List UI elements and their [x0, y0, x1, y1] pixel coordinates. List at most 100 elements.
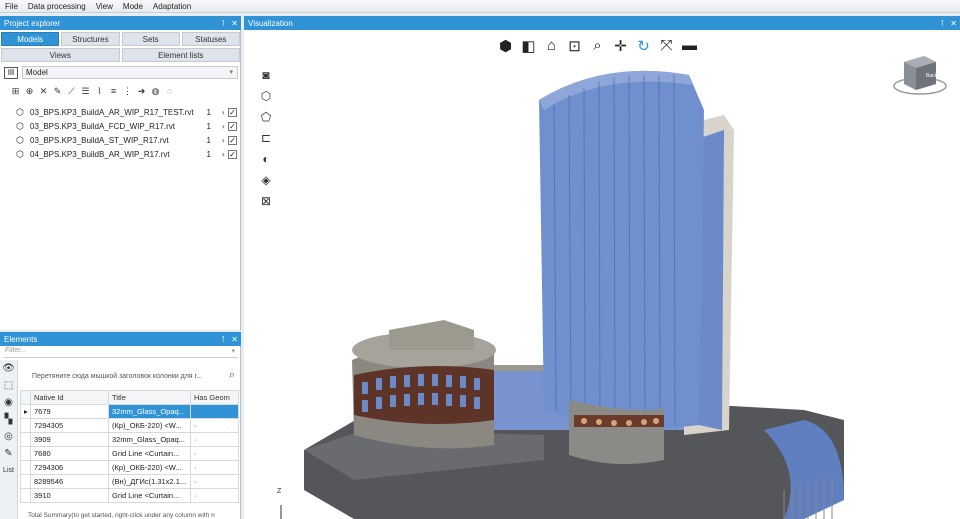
- model-dropdown[interactable]: Model ▾: [22, 66, 238, 79]
- column-header-native-id[interactable]: Native Id: [30, 390, 109, 405]
- model-item[interactable]: ⬡ 03_BPS.KP3_BuildA_ST_WIP_R17.rvt 1 ◑ ✓: [16, 133, 241, 147]
- cell-title[interactable]: (Вн)_ДГИс(1.31x2.1...: [108, 474, 191, 489]
- cube-outline-icon[interactable]: ⬠: [257, 108, 275, 126]
- eye-cube-icon[interactable]: ◈: [257, 171, 275, 189]
- eye-box-icon[interactable]: ◉: [0, 394, 17, 411]
- filter-input[interactable]: Filter... ▾: [3, 347, 238, 358]
- table-row[interactable]: 3909 32mm_Glass_Opaq... ·: [20, 432, 239, 447]
- model-item[interactable]: ⬡ 03_BPS.KP3_BuildA_AR_WIP_R17_TEST.rvt …: [16, 105, 241, 119]
- column-header-title[interactable]: Title: [108, 390, 191, 405]
- zoom-icon[interactable]: ⌕: [587, 36, 608, 55]
- close-icon[interactable]: ✕: [231, 335, 238, 344]
- pan-icon[interactable]: ✛: [610, 36, 631, 55]
- cell-has-geom[interactable]: [190, 404, 239, 419]
- close-icon[interactable]: ✕: [231, 19, 238, 28]
- measure-ruler-icon[interactable]: ▬: [679, 36, 700, 55]
- cell-native-id[interactable]: 3909: [30, 432, 109, 447]
- hide-icon[interactable]: ◐: [257, 150, 275, 168]
- cell-has-geom[interactable]: ·: [190, 474, 239, 489]
- box-select-icon[interactable]: ⬢: [495, 36, 516, 55]
- arrow-icon[interactable]: ➜: [136, 86, 147, 97]
- cell-title[interactable]: Grid Line <Curtain...: [108, 446, 191, 461]
- menu-file[interactable]: File: [0, 2, 23, 11]
- fit-view-icon[interactable]: ⤧: [656, 36, 677, 55]
- model-item[interactable]: ⬡ 03_BPS.KP3_BuildA_FCD_WIP_R17.rvt 1 ◑ …: [16, 119, 241, 133]
- list-icon[interactable]: ☰: [80, 86, 91, 97]
- pin-icon[interactable]: ⊺: [940, 19, 944, 28]
- model-item[interactable]: ⬡ 04_BPS.KP3_BuildB_AR_WIP_R17.rvt 1 ◑ ✓: [16, 147, 241, 161]
- group-by-hint[interactable]: Перетяните сюда мышкой заголовок колонки…: [20, 365, 240, 387]
- tab-element-lists[interactable]: Element lists: [121, 48, 240, 62]
- cell-title[interactable]: 32mm_Glass_Opaq...: [108, 404, 191, 419]
- visibility-icon[interactable]: ◑: [220, 108, 225, 117]
- cell-has-geom[interactable]: ·: [190, 418, 239, 433]
- menu-adaptation[interactable]: Adaptation: [148, 2, 196, 11]
- cell-native-id[interactable]: 8289546: [30, 474, 109, 489]
- cell-has-geom[interactable]: ·: [190, 488, 239, 503]
- camera-icon[interactable]: ◙: [257, 66, 275, 84]
- table-row[interactable]: 8289546 (Вн)_ДГИс(1.31x2.1... ·: [20, 474, 239, 489]
- select-box-icon[interactable]: ⬚: [0, 377, 17, 394]
- refresh-icon[interactable]: ◌: [164, 86, 175, 97]
- menu-view[interactable]: View: [91, 2, 118, 11]
- table-row[interactable]: 3910 Grid Line <Curtain... ·: [20, 488, 239, 503]
- zoom-box-icon[interactable]: ⊡: [564, 36, 585, 55]
- sort-icon[interactable]: ≡: [108, 86, 119, 97]
- cell-has-geom[interactable]: ·: [190, 446, 239, 461]
- tab-structures[interactable]: Structures: [61, 32, 120, 46]
- eye-outline-icon[interactable]: ◎: [0, 428, 17, 445]
- paint-icon[interactable]: ⌇: [94, 86, 105, 97]
- model-checkbox[interactable]: ✓: [228, 107, 237, 117]
- visibility-icon[interactable]: ◑: [220, 122, 225, 131]
- clip-icon[interactable]: ⊏: [257, 129, 275, 147]
- cell-title[interactable]: (Кр)_ОКБ-220) <W...: [108, 418, 191, 433]
- cell-title[interactable]: Grid Line <Curtain...: [108, 488, 191, 503]
- cell-native-id[interactable]: 7294305: [30, 418, 109, 433]
- paint-brush-icon[interactable]: ✎: [0, 445, 17, 462]
- table-row[interactable]: 7294305 (Кр)_ОКБ-220) <W... ·: [20, 418, 239, 433]
- cube-view-icon[interactable]: ⬡: [257, 87, 275, 105]
- orbit-icon[interactable]: ↻: [633, 36, 654, 55]
- eye-icon[interactable]: 👁: [0, 360, 17, 377]
- close-icon[interactable]: ✕: [950, 19, 957, 28]
- edit-icon[interactable]: ✎: [52, 86, 63, 97]
- cell-native-id[interactable]: 7294306: [30, 460, 109, 475]
- section-icon[interactable]: ◧: [518, 36, 539, 55]
- model-tree-icon[interactable]: ▤: [4, 67, 18, 79]
- visibility-icon[interactable]: ◑: [220, 136, 225, 145]
- cell-native-id[interactable]: 7680: [30, 446, 109, 461]
- visibility-icon[interactable]: ◑: [220, 150, 225, 159]
- tab-statuses[interactable]: Statuses: [181, 32, 240, 46]
- pin-icon[interactable]: ⊺: [221, 19, 225, 28]
- list-label[interactable]: List: [0, 462, 17, 479]
- table-row[interactable]: 7680 Grid Line <Curtain... ·: [20, 446, 239, 461]
- search-icon[interactable]: ⌕: [229, 369, 235, 382]
- menu-data-processing[interactable]: Data processing: [23, 2, 91, 11]
- model-checkbox[interactable]: ✓: [228, 135, 237, 145]
- 3d-model-viewport[interactable]: [244, 30, 960, 519]
- add-model-icon[interactable]: ⊞: [10, 86, 21, 97]
- delete-icon[interactable]: ✕: [38, 86, 49, 97]
- navigation-cube[interactable]: Back: [890, 50, 950, 98]
- cell-has-geom[interactable]: ·: [190, 460, 239, 475]
- table-row[interactable]: 7294306 (Кр)_ОКБ-220) <W... ·: [20, 460, 239, 475]
- pin-icon[interactable]: ⊺: [221, 335, 225, 344]
- cell-native-id[interactable]: 7679: [30, 404, 109, 419]
- add-folder-icon[interactable]: ⊕: [24, 86, 35, 97]
- cell-native-id[interactable]: 3910: [30, 488, 109, 503]
- brush-icon[interactable]: ⟋: [66, 86, 77, 97]
- cell-title[interactable]: 32mm_Glass_Opaq...: [108, 432, 191, 447]
- cell-title[interactable]: (Кр)_ОКБ-220) <W...: [108, 460, 191, 475]
- tab-sets[interactable]: Sets: [121, 32, 180, 46]
- tab-models[interactable]: Models: [1, 32, 60, 46]
- isolate-icon[interactable]: ▚: [0, 411, 17, 428]
- columns-icon[interactable]: ⋮: [122, 86, 133, 97]
- clear-icon[interactable]: ⊠: [257, 192, 275, 210]
- model-checkbox[interactable]: ✓: [228, 149, 237, 159]
- globe-icon[interactable]: ◍: [150, 86, 161, 97]
- table-row[interactable]: ▸ 7679 32mm_Glass_Opaq...: [20, 404, 239, 419]
- cell-has-geom[interactable]: ·: [190, 432, 239, 447]
- model-checkbox[interactable]: ✓: [228, 121, 237, 131]
- tab-views[interactable]: Views: [1, 48, 120, 62]
- menu-mode[interactable]: Mode: [118, 2, 148, 11]
